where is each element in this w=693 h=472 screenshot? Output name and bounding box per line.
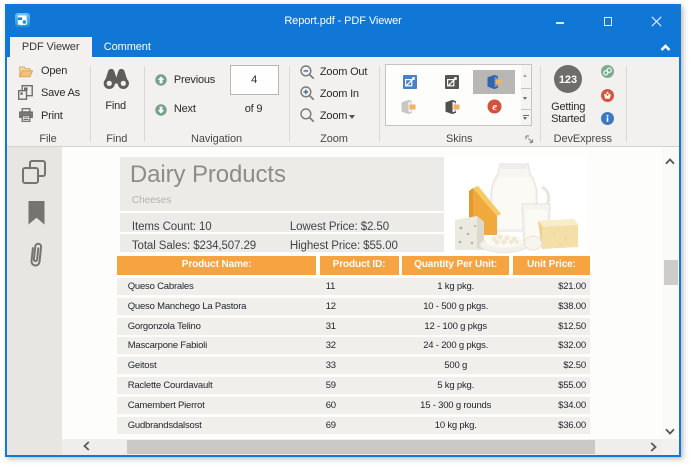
svg-text:123: 123 (559, 74, 577, 86)
svg-text:e: e (492, 101, 497, 113)
